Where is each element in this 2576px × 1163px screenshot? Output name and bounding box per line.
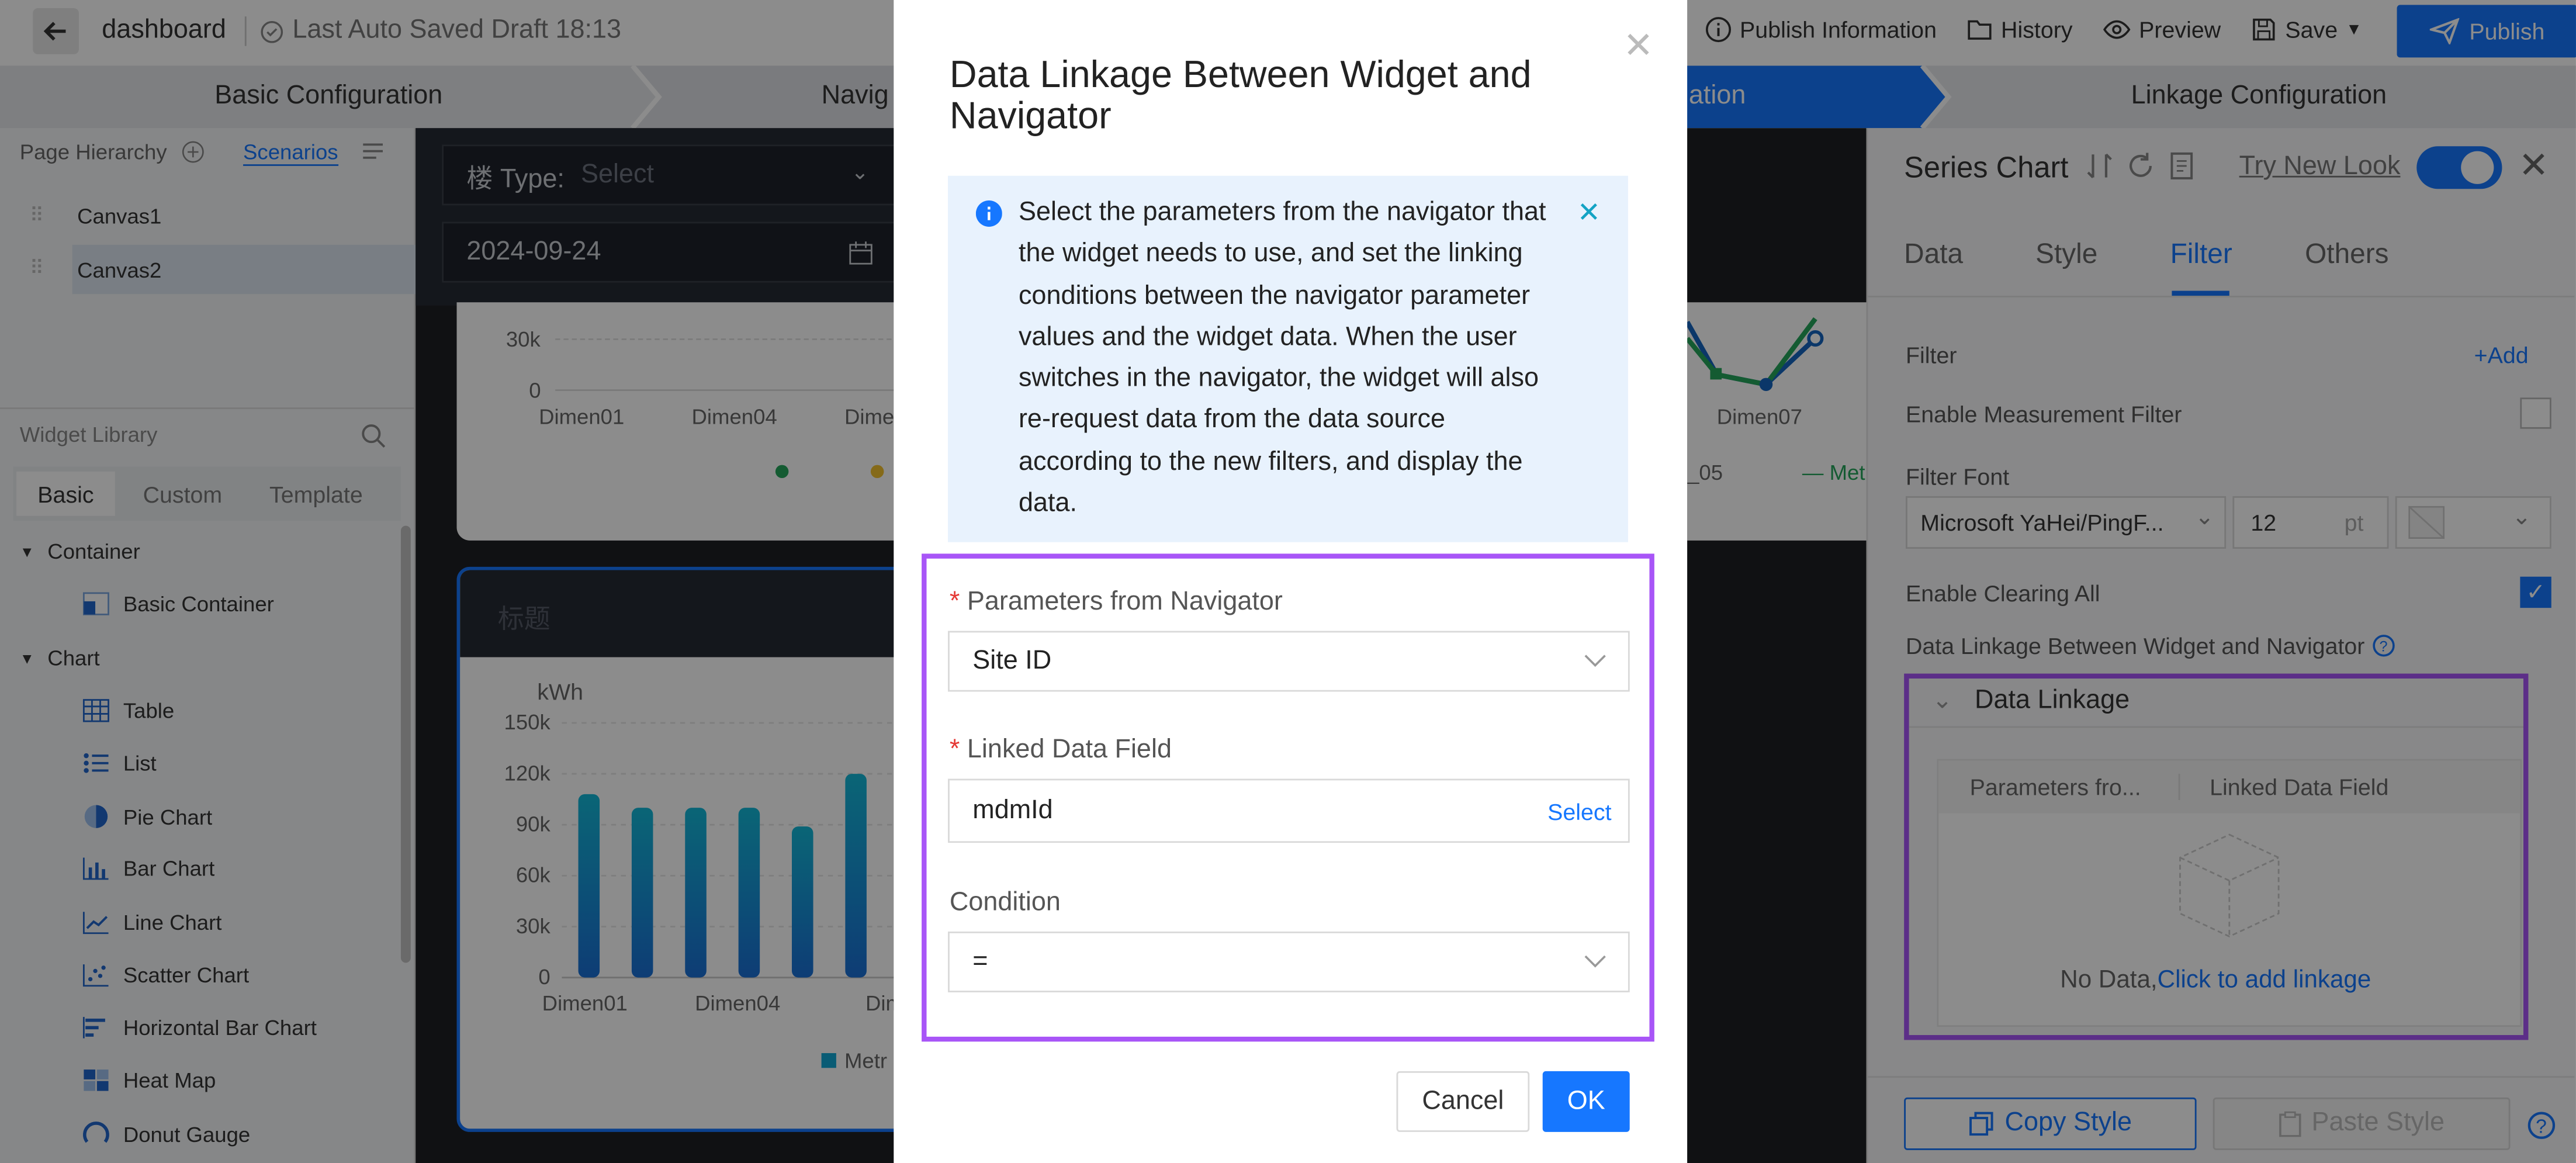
chevron-down-icon [1584,955,1606,968]
condition-label: Condition [949,888,1061,917]
ok-button[interactable]: OK [1542,1071,1630,1132]
close-modal-icon[interactable]: ✕ [1623,25,1653,67]
select-field-button[interactable]: Select [1547,798,1611,825]
field-label: * Linked Data Field [949,736,1172,764]
parameters-select[interactable]: Site ID [948,631,1630,692]
param-label: * Parameters from Navigator [949,588,1283,617]
chevron-down-icon [1584,655,1606,667]
cancel-button[interactable]: Cancel [1396,1071,1530,1132]
modal-title: Data Linkage Between Widget and Navigato… [949,52,1532,137]
info-icon [975,200,1002,227]
linked-field-input[interactable]: mdmId Select [948,778,1630,843]
info-text: Select the parameters from the navigator… [1018,199,1546,518]
app-root: dashboard Last Auto Saved Draft 18:13 Pu… [0,0,2576,1163]
condition-select[interactable]: = [948,931,1630,992]
close-alert-icon[interactable]: ✕ [1577,197,1601,230]
